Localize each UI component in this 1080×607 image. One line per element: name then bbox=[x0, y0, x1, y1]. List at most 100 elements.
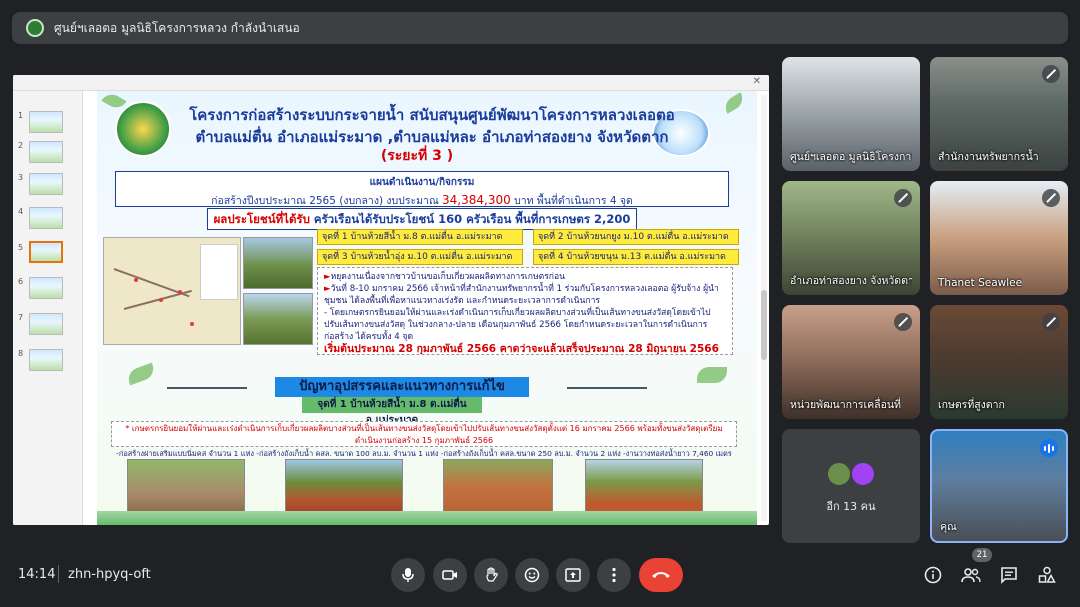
leaf-decoration bbox=[697, 367, 727, 383]
note-1: หยุดงานเนื่องจากชาวบ้านขอเก็บเกี่ยวผลผลิ… bbox=[330, 272, 566, 282]
benefit-label: ผลประโยชน์ที่ได้รับ bbox=[213, 212, 310, 226]
grass-decoration bbox=[97, 511, 757, 525]
map-marker bbox=[190, 322, 194, 326]
slide-thumbnail-active[interactable] bbox=[29, 241, 63, 263]
slide-thumbnail[interactable] bbox=[29, 313, 63, 335]
plan-heading: แผนดำเนินงาน/กิจกรรม bbox=[369, 177, 475, 188]
mic-off-icon bbox=[1042, 189, 1060, 207]
benefit-text: ครัวเรือนได้รับประโยชน์ 160 ครัวเรือน พื… bbox=[313, 212, 631, 226]
separator bbox=[58, 565, 59, 583]
leaf-decoration bbox=[125, 362, 157, 386]
avatar bbox=[850, 461, 876, 487]
participant-tile[interactable]: หน่วยพัฒนาการเคลื่อนที่ bbox=[782, 305, 920, 419]
construction-photo bbox=[585, 459, 703, 515]
mic-off-icon bbox=[1042, 65, 1060, 83]
avatar bbox=[826, 461, 852, 487]
participant-tile[interactable]: เกษตรที่สูงตาก bbox=[930, 305, 1068, 419]
emoji-icon[interactable] bbox=[515, 558, 549, 592]
slide-thumbnail[interactable] bbox=[29, 173, 63, 195]
construction-photo bbox=[285, 459, 403, 515]
activities-icon[interactable] bbox=[1036, 564, 1058, 586]
site-photo bbox=[243, 237, 313, 289]
participant-name: อำเภอท่าสองยาง จังหวัดตาก bbox=[790, 275, 912, 287]
plan-text-post: บาท พื้นที่ดำเนินการ 4 จุด bbox=[514, 195, 633, 207]
plan-text-pre: ก่อสร้างปีงบประมาณ 2565 (งบกลาง) งบประมา… bbox=[211, 195, 439, 207]
thumb-number: 3 bbox=[18, 173, 24, 182]
presenter-bar: ศูนย์ฯเลอตอ มูลนิธิโครงการหลวง กำลังนำเส… bbox=[12, 12, 1068, 44]
leaf-decoration bbox=[721, 92, 747, 114]
divider bbox=[567, 387, 647, 389]
divider bbox=[167, 387, 247, 389]
mic-off-icon bbox=[894, 189, 912, 207]
mic-off-icon bbox=[1042, 313, 1060, 331]
site-tag-4: จุดที่ 4 บ้านห้วยขนุน ม.13 ต.แม่ตื่น อ.แ… bbox=[533, 249, 739, 265]
participant-tile[interactable]: Thanet Seawlee bbox=[930, 181, 1068, 295]
participant-name: ศูนย์ฯเลอตอ มูลนิธิโครงการหลวง bbox=[790, 151, 912, 163]
participant-name: Thanet Seawlee bbox=[938, 277, 1023, 289]
chat-icon[interactable] bbox=[998, 564, 1020, 586]
note-2: วันที่ 8-10 มกราคม 2566 เจ้าหน้าที่สำนัก… bbox=[324, 284, 719, 306]
participant-name: สำนักงานทรัพยากรน้ำ bbox=[938, 151, 1039, 163]
microphone-icon[interactable] bbox=[391, 558, 425, 592]
project-map bbox=[103, 237, 241, 345]
slide-thumbnail[interactable] bbox=[29, 141, 63, 163]
slide-canvas: โครงการก่อสร้างระบบกระจายน้ำ สนับสนุนศูน… bbox=[97, 91, 757, 525]
more-participants-tile[interactable]: อีก 13 คน bbox=[782, 429, 920, 543]
thumb-number: 5 bbox=[18, 243, 24, 252]
warning-box: * เกษตรกรยินยอมให้ผ่านและเร่งดำเนินการเก… bbox=[111, 421, 737, 447]
participant-tile[interactable]: สำนักงานทรัพยากรน้ำ bbox=[930, 57, 1068, 171]
site-tag-1: จุดที่ 1 บ้านห้วยสีน้ำ ม.8 ต.แม่ตื่น อ.แ… bbox=[317, 229, 523, 245]
slide-thumbnail[interactable] bbox=[29, 277, 63, 299]
thumb-number: 7 bbox=[18, 313, 24, 322]
more-options-icon[interactable] bbox=[597, 558, 631, 592]
map-marker bbox=[134, 278, 138, 282]
map-legend bbox=[200, 244, 238, 300]
map-marker bbox=[178, 290, 182, 294]
present-icon[interactable] bbox=[556, 558, 590, 592]
presenter-logo bbox=[26, 19, 44, 37]
plan-amount: 34,384,300 bbox=[442, 193, 511, 207]
participant-name: คุณ bbox=[940, 521, 957, 533]
thumb-number: 8 bbox=[18, 349, 24, 358]
thumb-number: 1 bbox=[18, 111, 24, 120]
progress-notes: ►หยุดงานเนื่องจากชาวบ้านขอเก็บเกี่ยวผลผล… bbox=[317, 267, 733, 355]
info-icon[interactable] bbox=[922, 564, 944, 586]
construction-photo bbox=[127, 459, 245, 515]
people-icon[interactable] bbox=[960, 564, 982, 586]
raise-hand-icon[interactable] bbox=[474, 558, 508, 592]
participant-name: เกษตรที่สูงตาก bbox=[938, 399, 1005, 411]
site-tag-3: จุดที่ 3 บ้านห้วยน้ำอุ่ง ม.10 ต.แม่ตื่น … bbox=[317, 249, 523, 265]
self-tile[interactable]: คุณ bbox=[930, 429, 1068, 543]
problem-title: ปัญหาอุปสรรคและแนวทางการแก้ไข bbox=[275, 377, 529, 397]
thumb-number: 2 bbox=[18, 141, 24, 150]
meeting-code: zhn-hpyq-oft bbox=[68, 567, 151, 582]
slide-phase: (ระยะที่ 3 ) bbox=[380, 148, 454, 164]
participant-tile[interactable]: ศูนย์ฯเลอตอ มูลนิธิโครงการหลวง bbox=[782, 57, 920, 171]
slide-thumbnail[interactable] bbox=[29, 111, 63, 133]
site-photo bbox=[243, 293, 313, 345]
problem-subtitle: จุดที่ 1 บ้านห้วยสีน้ำ ม.8 ต.แม่ตื่น อ.แ… bbox=[302, 397, 482, 426]
slide-window-topbar: ✕ bbox=[13, 75, 769, 91]
slide-thumbnail[interactable] bbox=[29, 207, 63, 229]
close-icon[interactable]: ✕ bbox=[753, 76, 761, 87]
slide-scroll-thumb[interactable] bbox=[761, 290, 767, 360]
control-bar: 14:14 zhn-hpyq-oft 21 bbox=[0, 548, 1080, 602]
slide-thumbnail[interactable] bbox=[29, 349, 63, 371]
thumb-number: 6 bbox=[18, 277, 24, 286]
mic-off-icon bbox=[894, 313, 912, 331]
note-3: - โดยเกษตรกรยินยอมให้ผ่านและเร่งดำเนินกา… bbox=[324, 308, 711, 342]
site-tag-2: จุดที่ 2 บ้านห้วยนกยูง ม.10 ต.แม่ตื่น อ.… bbox=[533, 229, 739, 245]
plan-box: แผนดำเนินงาน/กิจกรรม ก่อสร้างปีงบประมาณ … bbox=[115, 171, 729, 207]
slide-thumbnails-panel: 1 2 3 4 5 6 7 8 bbox=[13, 91, 83, 525]
shared-screen: ✕ 1 2 3 4 5 6 7 8 โครงการก่อสร้างระบบกระ… bbox=[13, 75, 769, 525]
note-4: เริ่มต้นประมาณ 28 กุมภาพันธ์ 2566 คาดว่า… bbox=[324, 343, 719, 355]
meeting-time: 14:14 bbox=[18, 567, 56, 582]
camera-icon[interactable] bbox=[433, 558, 467, 592]
hang-up-icon[interactable] bbox=[639, 558, 683, 592]
more-participants-label: อีก 13 คน bbox=[826, 500, 876, 513]
presenter-title: ศูนย์ฯเลอตอ มูลนิธิโครงการหลวง กำลังนำเส… bbox=[54, 20, 300, 35]
benefit-box: ผลประโยชน์ที่ได้รับ ครัวเรือนได้รับประโย… bbox=[207, 208, 637, 230]
participant-count-badge: 21 bbox=[972, 548, 992, 562]
participant-tile[interactable]: อำเภอท่าสองยาง จังหวัดตาก bbox=[782, 181, 920, 295]
speaking-indicator-icon bbox=[1040, 439, 1058, 457]
